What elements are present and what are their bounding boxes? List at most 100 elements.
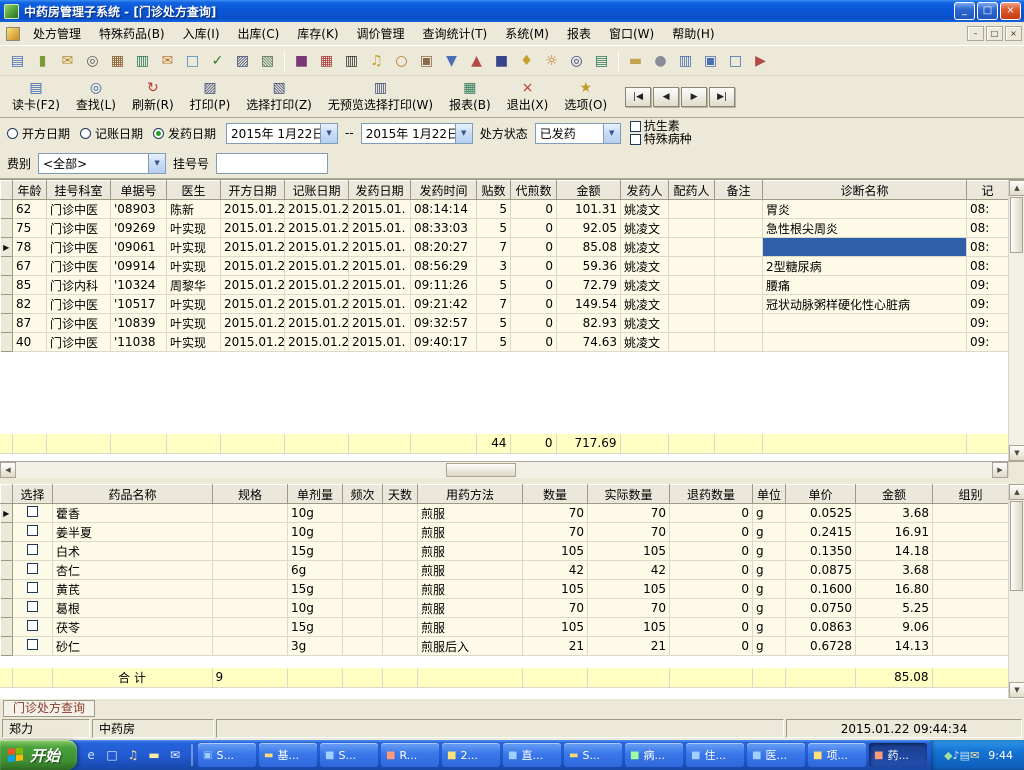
table-row[interactable]: 黄芪 15g 煎服 105 105 0 g 0.1600 16.80 <box>0 579 1009 599</box>
cell[interactable]: 82.93 <box>556 313 621 333</box>
cd-disc-button[interactable]: ● <box>648 49 673 73</box>
read-card-button[interactable]: ▤ 读卡(F2) <box>4 78 68 116</box>
cell[interactable] <box>762 237 967 257</box>
cell[interactable] <box>668 332 715 352</box>
cell[interactable]: 煎服 <box>417 522 523 542</box>
cell[interactable]: 0 <box>669 522 753 542</box>
cell[interactable]: 149.54 <box>556 294 621 314</box>
column-header[interactable]: 诊断名称 <box>762 180 967 200</box>
cell[interactable]: 门诊中医 <box>46 313 111 333</box>
last-record-button[interactable]: ▶| <box>709 86 736 107</box>
medicine-box-button[interactable]: ▣ <box>414 49 439 73</box>
row-selector[interactable]: ▶ <box>0 503 13 523</box>
cell[interactable]: g <box>752 579 786 599</box>
menu-item-5[interactable]: 调价管理 <box>348 22 414 45</box>
alarm-bell-button[interactable]: ♫ <box>364 49 389 73</box>
abacus-button[interactable]: ▦ <box>105 49 130 73</box>
row-selector[interactable] <box>0 560 13 580</box>
task-button-3[interactable]: ■ R... <box>381 743 440 767</box>
cell[interactable] <box>714 275 763 295</box>
column-header[interactable]: 规格 <box>212 484 288 504</box>
column-header[interactable]: 发药人 <box>620 180 669 200</box>
task-button-4[interactable]: ■ 2... <box>442 743 501 767</box>
cell[interactable]: 10g <box>287 503 343 523</box>
cell[interactable]: 2015.01. <box>348 332 411 352</box>
cell[interactable]: 2015.01.2 <box>284 275 349 295</box>
table-row[interactable]: 杏仁 6g 煎服 42 42 0 g 0.0875 3.68 <box>0 560 1009 580</box>
document-new-button[interactable]: □ <box>180 49 205 73</box>
cell[interactable] <box>762 332 967 352</box>
cell[interactable]: 2015.01.2 <box>284 294 349 314</box>
cell[interactable]: 2015.01. <box>348 294 411 314</box>
table-row[interactable]: 67 门诊中医 '09914 叶实现 2015.01.2 2015.01.2 2015.01… <box>0 256 1009 276</box>
taskbar-clock[interactable]: 9:44 <box>988 749 1013 762</box>
cell[interactable] <box>714 199 763 219</box>
internet-explorer-icon[interactable]: e <box>82 745 100 765</box>
cell[interactable]: 09: <box>966 294 1009 314</box>
cell[interactable] <box>342 503 383 523</box>
cell[interactable]: 10g <box>287 598 343 618</box>
cell[interactable]: g <box>752 541 786 561</box>
column-header[interactable]: 用药方法 <box>417 484 523 504</box>
cell[interactable] <box>932 636 1009 656</box>
clock-button[interactable]: ○ <box>389 49 414 73</box>
cell[interactable]: 门诊内科 <box>46 275 111 295</box>
row-selector[interactable] <box>0 598 13 618</box>
mail-send-button[interactable]: ✉ <box>55 49 80 73</box>
show-desktop-icon[interactable]: □ <box>103 745 121 765</box>
cell[interactable]: 16.91 <box>855 522 933 542</box>
cell[interactable]: 藿香 <box>52 503 213 523</box>
find-button[interactable]: ◎ 查找(L) <box>68 78 124 116</box>
cell[interactable]: 姚凌文 <box>620 332 669 352</box>
cell[interactable] <box>668 199 715 219</box>
cell[interactable]: 急性根尖周炎 <box>762 218 967 238</box>
cell[interactable] <box>382 636 418 656</box>
cell[interactable]: 煎服 <box>417 579 523 599</box>
cell[interactable]: 0.0525 <box>785 503 856 523</box>
cell[interactable]: 3.68 <box>855 560 933 580</box>
refresh-button[interactable]: ↻ 刷新(R) <box>124 78 182 116</box>
cell[interactable]: 0 <box>510 294 557 314</box>
cell[interactable]: 09: <box>966 332 1009 352</box>
cell[interactable]: 09: <box>966 313 1009 333</box>
cell[interactable]: 葛根 <box>52 598 213 618</box>
cell[interactable]: 0 <box>510 275 557 295</box>
cell[interactable]: 0 <box>510 237 557 257</box>
antibiotic-checkbox[interactable] <box>629 121 641 132</box>
task-button-8[interactable]: ■ 住... <box>686 743 745 767</box>
scroll-track[interactable] <box>1009 592 1024 682</box>
reg-number-input[interactable] <box>216 152 329 174</box>
column-header[interactable]: 开方日期 <box>220 180 285 200</box>
first-record-button[interactable]: |◀ <box>625 86 652 107</box>
cell[interactable]: 姜半夏 <box>52 522 213 542</box>
cell[interactable]: 姚凌文 <box>620 199 669 219</box>
chevron-down-icon[interactable]: ▼ <box>602 123 620 143</box>
cell[interactable]: '08903 <box>110 199 167 219</box>
cell[interactable] <box>714 256 763 276</box>
column-header[interactable]: 单位 <box>752 484 786 504</box>
mdi-close-button[interactable]: × <box>1005 26 1022 41</box>
cell[interactable]: 周黎华 <box>166 275 221 295</box>
cell[interactable]: 煎服 <box>417 541 523 561</box>
row-selector[interactable] <box>0 256 13 276</box>
row-checkbox[interactable] <box>27 620 38 631</box>
cell[interactable]: 85.08 <box>556 237 621 257</box>
cell[interactable]: 门诊中医 <box>46 294 111 314</box>
restore-button[interactable]: □ <box>977 2 998 20</box>
window-cascade-button[interactable]: ▣ <box>698 49 723 73</box>
cell[interactable]: 92.05 <box>556 218 621 238</box>
cell[interactable]: 煎服 <box>417 617 523 637</box>
cell[interactable]: 15g <box>287 617 343 637</box>
column-header[interactable]: 代煎数 <box>510 180 557 200</box>
antivirus-shield-icon[interactable]: ◆ <box>944 749 952 762</box>
cell[interactable] <box>932 541 1009 561</box>
cell[interactable] <box>668 275 715 295</box>
scroll-down-button[interactable]: ▼ <box>1009 445 1024 461</box>
chevron-down-icon[interactable]: ▼ <box>320 123 338 143</box>
cell[interactable] <box>932 579 1009 599</box>
column-header[interactable]: 贴数 <box>476 180 511 200</box>
cell[interactable]: 门诊中医 <box>46 256 111 276</box>
column-header[interactable]: 金额 <box>556 180 621 200</box>
cell[interactable]: 叶实现 <box>166 313 221 333</box>
cell[interactable] <box>342 579 383 599</box>
